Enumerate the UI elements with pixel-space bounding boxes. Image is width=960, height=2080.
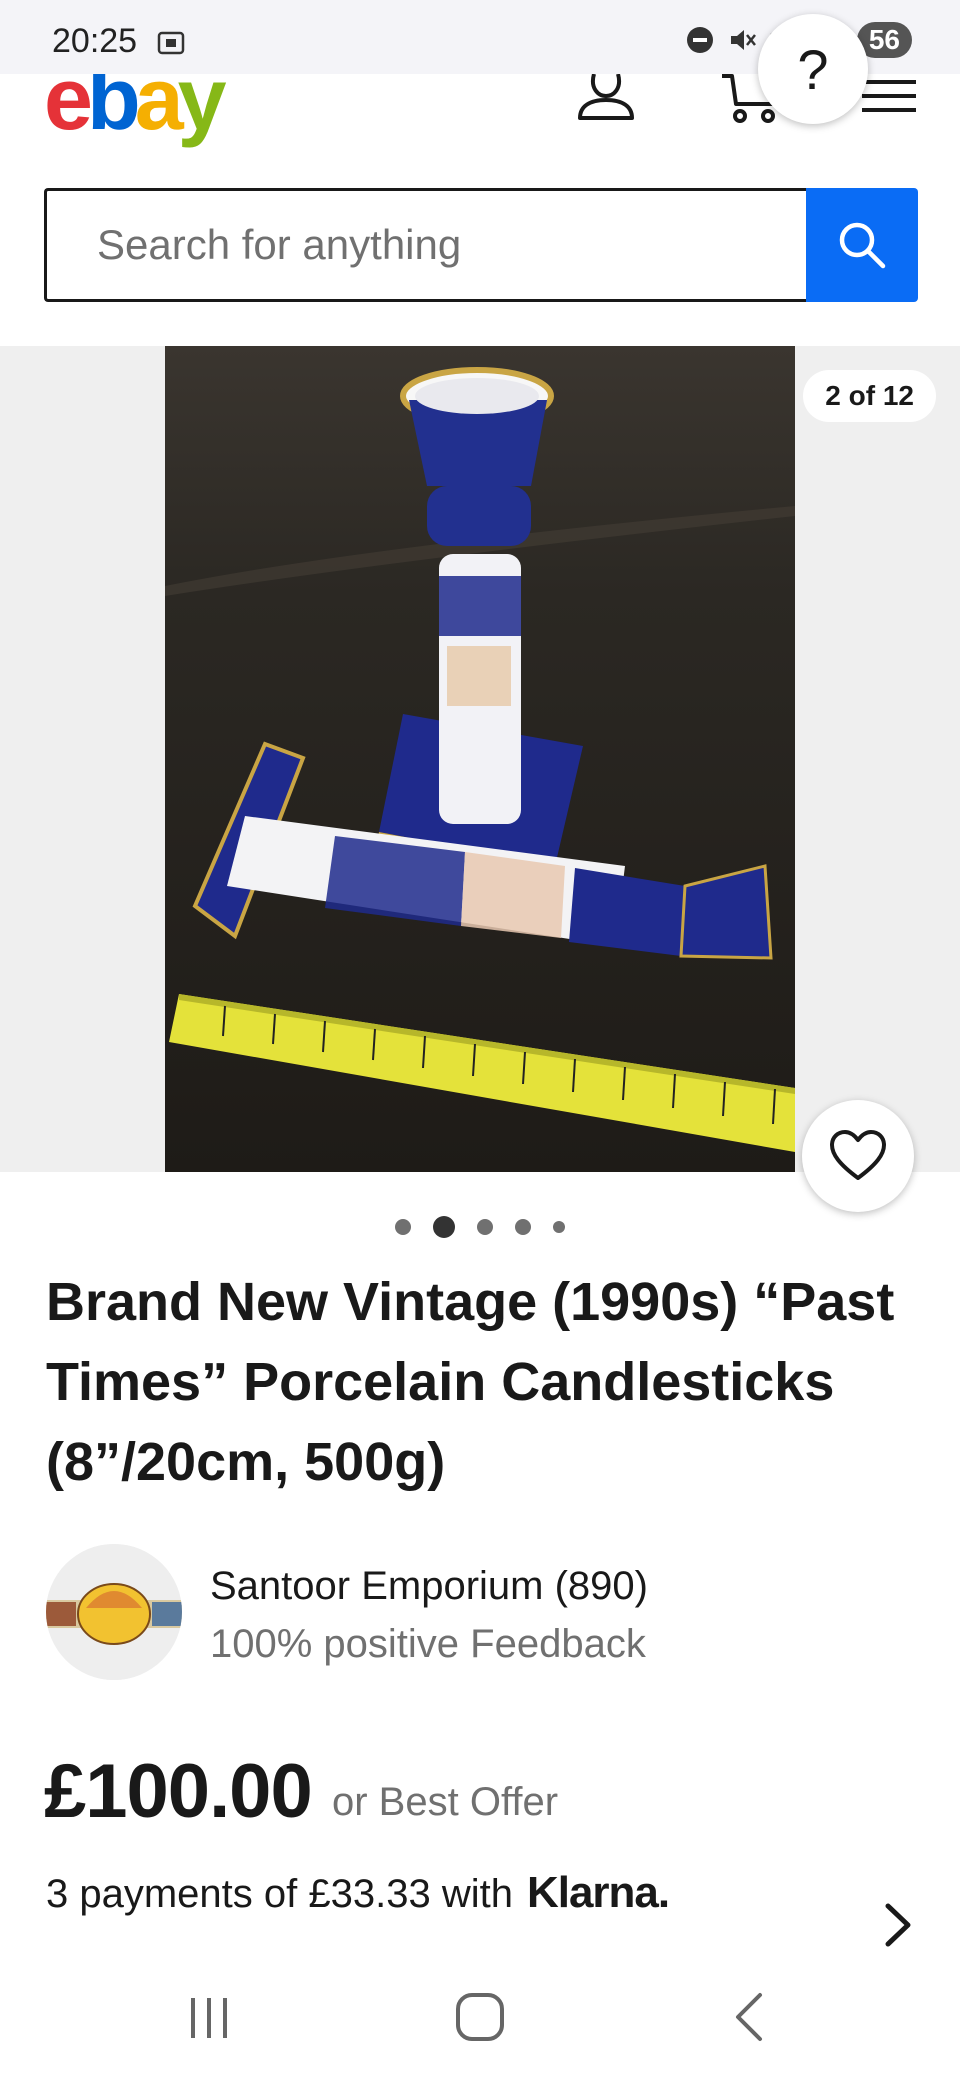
seller-avatar[interactable] [46,1544,182,1680]
pagination-dot[interactable] [553,1221,565,1233]
watch-button[interactable] [802,1100,914,1212]
image-gallery[interactable]: 2 of 12 [0,346,960,1172]
product-photo[interactable] [165,346,795,1172]
home-icon [456,1993,504,2041]
listing-title: Brand New Vintage (1990s) “Past Times” P… [46,1272,895,1492]
pagination-dot[interactable] [395,1219,411,1235]
status-time: 20:25 [52,22,138,60]
chevron-right-icon[interactable] [878,1900,918,1950]
recent-apps-icon [191,1998,227,2038]
heart-icon [830,1130,886,1180]
back-icon [736,1993,762,2041]
recent-apps-button[interactable] [170,1982,250,2052]
pagination-dot[interactable] [515,1219,531,1235]
mute-icon [730,30,756,50]
best-offer-label: or Best Offer [332,1780,559,1824]
item-price: £100.00 [44,1749,313,1834]
search-input[interactable] [44,188,806,302]
seller-info[interactable]: Santoor Emporium (890) 100% positive Fee… [46,1544,916,1684]
seller-logo-icon [46,1544,182,1680]
image-counter: 2 of 12 [803,370,936,422]
home-button[interactable] [440,1982,520,2052]
pagination-dot-active[interactable] [433,1216,455,1238]
search-bar [44,188,918,302]
seller-name[interactable]: Santoor Emporium (890) [210,1564,648,1609]
account-icon[interactable] [576,74,636,124]
menu-icon[interactable] [862,80,916,120]
ebay-logo[interactable]: ebay [44,74,227,150]
pagination-dot[interactable] [477,1219,493,1235]
klarna-logo: Klarna. [526,1868,670,1917]
search-icon [839,222,886,269]
help-button[interactable]: ? [758,14,868,124]
dnd-icon [686,27,713,53]
system-nav-bar [0,1960,960,2080]
search-button[interactable] [806,188,918,302]
gallery-pagination [0,1214,960,1240]
klarna-payments[interactable]: 3 payments of £33.33 with Klarna. [46,1868,670,1918]
klarna-payments-text: 3 payments of £33.33 with [46,1872,513,1916]
back-button[interactable] [710,1982,790,2052]
screenshot-icon [157,31,185,55]
seller-feedback: 100% positive Feedback [210,1622,646,1666]
